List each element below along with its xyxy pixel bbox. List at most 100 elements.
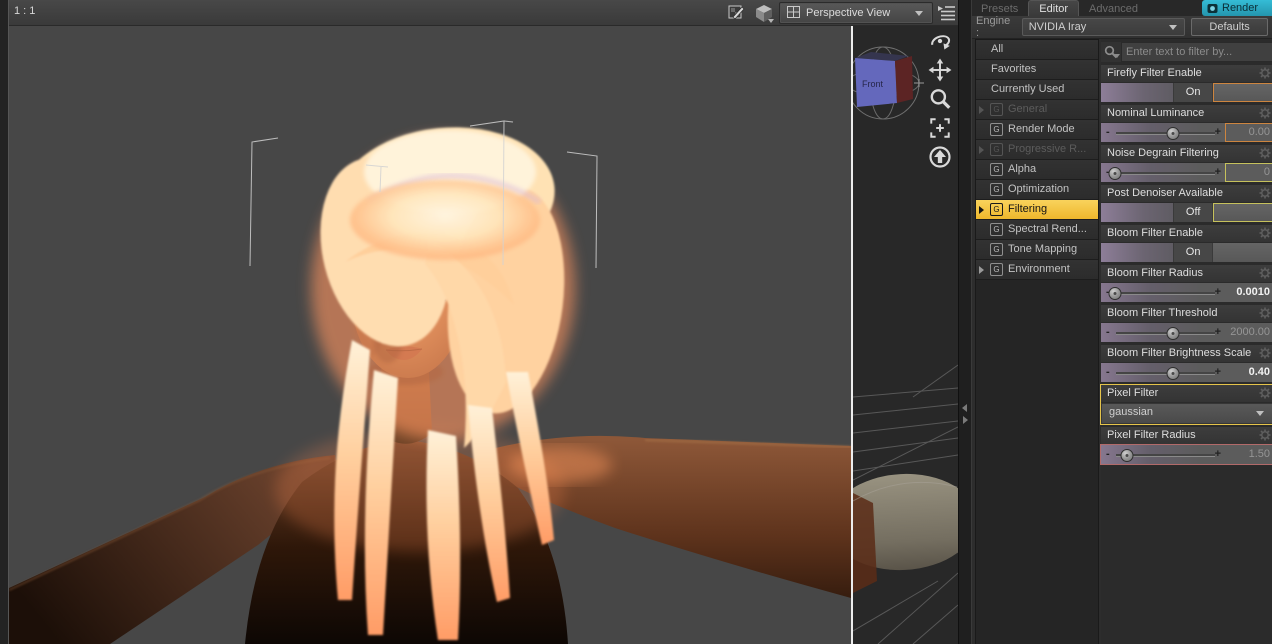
engine-selector-value: NVIDIA Iray [1028,21,1087,33]
category-currently-used[interactable]: Currently Used [976,80,1098,100]
param-bloom-filter-radius: Bloom Filter Radius - + 0.0010 [1101,265,1272,302]
decrement-button[interactable]: - [1106,323,1110,342]
increment-button[interactable]: + [1215,163,1221,182]
engine-label: Engine : [976,15,1011,39]
splitter-collapse-left-icon[interactable] [962,404,967,412]
increment-button[interactable]: + [1215,323,1221,342]
tab-presets[interactable]: Presets [971,1,1028,16]
camera-selector[interactable]: Perspective View [779,2,933,24]
gear-icon[interactable] [1259,429,1271,444]
category-environment[interactable]: G Environment [976,260,1098,280]
param-value[interactable]: 0.40 [1223,363,1270,382]
param-pixel-filter-radius: Pixel Filter Radius - + 1.50 [1101,427,1272,464]
group-icon: G [990,263,1003,276]
increment-button[interactable]: + [1215,445,1221,464]
main-3d-viewport[interactable] [9,25,851,644]
bloom-filter-toggle[interactable]: On [1101,243,1272,262]
category-alpha[interactable]: G Alpha [976,160,1098,180]
firefly-filter-toggle[interactable]: On [1101,83,1272,102]
slider-track[interactable] [1116,172,1215,174]
gear-icon[interactable] [1259,107,1271,122]
slider-track[interactable] [1116,292,1215,294]
slider-thumb[interactable] [1166,367,1180,380]
param-value[interactable]: 0.0010 [1223,283,1270,302]
param-value[interactable]: 0 [1223,163,1270,182]
pan-icon[interactable] [926,58,954,82]
gear-icon[interactable] [1259,67,1271,82]
decrement-button[interactable]: - [1106,445,1110,464]
search-icon[interactable] [1101,45,1121,59]
zoom-icon[interactable] [926,87,954,111]
decrement-button[interactable]: - [1106,123,1110,142]
expander-arrow-icon[interactable] [979,146,988,154]
engine-selector[interactable]: NVIDIA Iray [1021,18,1186,36]
post-denoiser-toggle[interactable]: Off [1101,203,1272,222]
param-label: Bloom Filter Radius [1107,267,1203,279]
category-progressive-rendering[interactable]: G Progressive R... [976,140,1098,160]
bloom-radius-slider[interactable]: - + 0.0010 [1101,283,1272,302]
slider-thumb[interactable] [1108,287,1122,300]
tab-advanced[interactable]: Advanced [1079,1,1148,16]
gear-icon[interactable] [1259,267,1271,282]
gear-icon[interactable] [1259,187,1271,202]
slider-thumb[interactable] [1166,327,1180,340]
expander-arrow-icon[interactable] [979,266,988,274]
slider-track[interactable] [1116,332,1215,334]
expander-arrow-icon[interactable] [979,206,988,214]
slider-thumb[interactable] [1108,167,1122,180]
param-bloom-filter-threshold: Bloom Filter Threshold - + 2000.00 [1101,305,1272,342]
category-general[interactable]: G General [976,100,1098,120]
category-tone-mapping[interactable]: G Tone Mapping [976,240,1098,260]
orbit-icon[interactable] [926,29,954,53]
param-label: Noise Degrain Filtering [1107,147,1219,159]
increment-button[interactable]: + [1215,283,1221,302]
param-pixel-filter: Pixel Filter gaussian [1100,384,1272,425]
gear-icon[interactable] [1259,147,1271,162]
bloom-brightness-slider[interactable]: - + 0.40 [1101,363,1272,382]
category-filtering[interactable]: G Filtering [976,200,1098,220]
category-render-mode[interactable]: G Render Mode [976,120,1098,140]
draw-style-cube-icon[interactable] [752,3,776,27]
increment-button[interactable]: + [1215,363,1221,382]
frame-icon[interactable] [926,116,954,140]
param-value[interactable]: 2000.00 [1223,323,1270,342]
slider-track[interactable] [1116,132,1215,134]
category-favorites[interactable]: Favorites [976,60,1098,80]
chevron-down-icon [1256,411,1264,416]
pixel-filter-radius-slider[interactable]: - + 1.50 [1101,445,1272,464]
category-all[interactable]: All [976,40,1098,60]
nominal-luminance-slider[interactable]: - + 0.00 [1101,123,1272,142]
draw-settings-icon[interactable] [727,3,745,24]
pixel-filter-dropdown[interactable]: gaussian [1101,403,1272,424]
defaults-button[interactable]: Defaults [1191,18,1268,36]
gear-icon[interactable] [1259,227,1271,242]
increment-button[interactable]: + [1215,123,1221,142]
slider-thumb[interactable] [1166,127,1180,140]
home-icon[interactable] [926,145,954,169]
param-label: Nominal Luminance [1107,107,1205,119]
slider-track[interactable] [1116,372,1215,374]
group-icon: G [990,143,1003,156]
search-input[interactable] [1121,42,1272,62]
dock-splitter[interactable] [958,0,972,644]
decrement-button[interactable]: - [1106,363,1110,382]
search-options-caret [1114,54,1120,58]
pane-separator[interactable] [851,25,853,644]
splitter-collapse-right-icon[interactable] [963,416,968,424]
gear-icon[interactable] [1259,347,1271,362]
param-bloom-filter-enable: Bloom Filter Enable On [1101,225,1272,262]
category-optimization[interactable]: G Optimization [976,180,1098,200]
param-label: Pixel Filter [1107,387,1159,399]
param-value[interactable]: 1.50 [1223,445,1270,464]
slider-thumb[interactable] [1120,449,1134,462]
gear-icon[interactable] [1259,307,1271,322]
gear-icon[interactable] [1259,387,1271,402]
tab-editor[interactable]: Editor [1028,0,1080,16]
bloom-threshold-slider[interactable]: - + 2000.00 [1101,323,1272,342]
viewport-menu-icon[interactable] [937,4,956,24]
category-spectral-rendering[interactable]: G Spectral Rend... [976,220,1098,240]
noise-degrain-slider[interactable]: - + 0 [1101,163,1272,182]
param-value[interactable]: 0.00 [1223,123,1270,142]
render-button[interactable]: Render [1202,0,1272,16]
expander-arrow-icon[interactable] [979,106,988,114]
